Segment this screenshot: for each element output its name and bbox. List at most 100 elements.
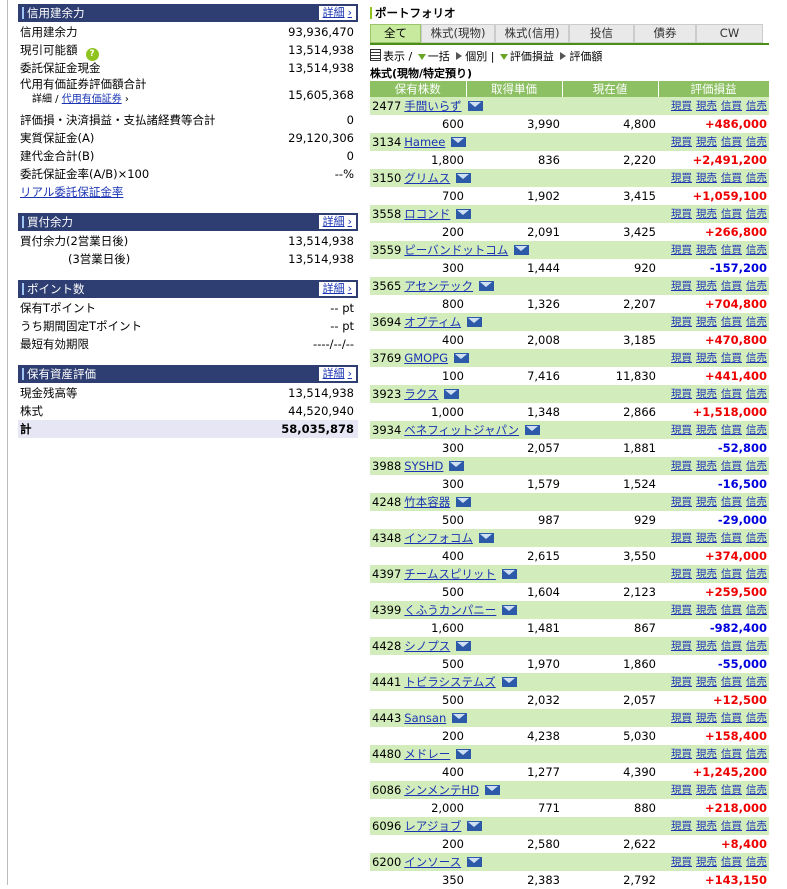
cash-sell-link[interactable]: 現売 [696, 280, 717, 292]
margin-buy-link[interactable]: 信買 [721, 496, 742, 508]
mail-icon[interactable] [456, 749, 472, 759]
margin-sell-link[interactable]: 信売 [746, 568, 767, 580]
cash-sell-link[interactable]: 現売 [696, 820, 717, 832]
cash-buy-link[interactable]: 現買 [671, 100, 692, 112]
cash-buy-link[interactable]: 現買 [671, 820, 692, 832]
cash-buy-link[interactable]: 現買 [671, 712, 692, 724]
margin-buy-link[interactable]: 信買 [721, 424, 742, 436]
margin-sell-link[interactable]: 信売 [746, 352, 767, 364]
cash-buy-link[interactable]: 現買 [671, 280, 692, 292]
cash-sell-link[interactable]: 現売 [696, 748, 717, 760]
margin-sell-link[interactable]: 信売 [746, 712, 767, 724]
cash-sell-link[interactable]: 現売 [696, 100, 717, 112]
cash-buy-link[interactable]: 現買 [671, 640, 692, 652]
margin-buy-link[interactable]: 信買 [721, 568, 742, 580]
mail-icon[interactable] [467, 317, 483, 327]
cash-sell-link[interactable]: 現売 [696, 712, 717, 724]
mail-icon[interactable] [456, 173, 472, 183]
cash-sell-link[interactable]: 現売 [696, 352, 717, 364]
margin-buy-link[interactable]: 信買 [721, 856, 742, 868]
mail-icon[interactable] [467, 857, 483, 867]
cash-buy-link[interactable]: 現買 [671, 208, 692, 220]
margin-buy-link[interactable]: 信買 [721, 316, 742, 328]
margin-sell-link[interactable]: 信売 [746, 856, 767, 868]
cash-sell-link[interactable]: 現売 [696, 856, 717, 868]
collapse-all-toggle[interactable]: 一括 [416, 50, 450, 63]
stock-name-link[interactable]: ラクス [404, 387, 438, 401]
stock-name-link[interactable]: インソース [404, 855, 461, 869]
mail-icon[interactable] [449, 461, 465, 471]
assets-detail-link[interactable]: 詳細 › [318, 367, 356, 381]
margin-sell-link[interactable]: 信売 [746, 172, 767, 184]
margin-sell-link[interactable]: 信売 [746, 388, 767, 400]
margin-sell-link[interactable]: 信売 [746, 280, 767, 292]
cash-buy-link[interactable]: 現買 [671, 856, 692, 868]
cash-sell-link[interactable]: 現売 [696, 784, 717, 796]
tab-bonds[interactable]: 債券 [634, 24, 696, 43]
mail-icon[interactable] [456, 641, 472, 651]
cash-sell-link[interactable]: 現売 [696, 640, 717, 652]
cash-sell-link[interactable]: 現売 [696, 532, 717, 544]
stock-name-link[interactable]: シンメンテHD [404, 783, 479, 797]
mail-icon[interactable] [501, 569, 517, 579]
margin-sell-link[interactable]: 信売 [746, 100, 767, 112]
stock-name-link[interactable]: インフォコム [404, 531, 473, 545]
mail-icon[interactable] [467, 101, 483, 111]
margin-buy-link[interactable]: 信買 [721, 172, 742, 184]
cash-buy-link[interactable]: 現買 [671, 316, 692, 328]
stock-name-link[interactable]: アセンテック [404, 279, 473, 293]
cash-buy-link[interactable]: 現買 [671, 748, 692, 760]
margin-sell-link[interactable]: 信売 [746, 748, 767, 760]
points-detail-link[interactable]: 詳細 › [318, 282, 356, 296]
stock-name-link[interactable]: SYSHD [404, 459, 443, 473]
cash-sell-link[interactable]: 現売 [696, 208, 717, 220]
cash-sell-link[interactable]: 現売 [696, 244, 717, 256]
cash-sell-link[interactable]: 現売 [696, 316, 717, 328]
margin-buy-link[interactable]: 信買 [721, 460, 742, 472]
collateral-securities-link[interactable]: 代用有価証券 [62, 94, 122, 105]
stock-name-link[interactable]: GMOPG [404, 351, 448, 365]
cash-buy-link[interactable]: 現買 [671, 784, 692, 796]
margin-buy-link[interactable]: 信買 [721, 352, 742, 364]
cash-sell-link[interactable]: 現売 [696, 172, 717, 184]
tab-stock-cash[interactable]: 株式(現物) [421, 24, 495, 43]
mail-icon[interactable] [478, 533, 494, 543]
stock-name-link[interactable]: 手間いらず [404, 99, 461, 113]
mail-icon[interactable] [452, 713, 468, 723]
cash-buy-link[interactable]: 現買 [671, 136, 692, 148]
cash-sell-link[interactable]: 現売 [696, 424, 717, 436]
margin-sell-link[interactable]: 信売 [746, 784, 767, 796]
margin-buy-link[interactable]: 信買 [721, 748, 742, 760]
cash-buy-link[interactable]: 現買 [671, 244, 692, 256]
cash-sell-link[interactable]: 現売 [696, 136, 717, 148]
stock-name-link[interactable]: シノプス [404, 639, 450, 653]
stock-name-link[interactable]: くふうカンパニー [404, 603, 496, 617]
margin-buy-link[interactable]: 信買 [721, 712, 742, 724]
stock-name-link[interactable]: オプティム [404, 315, 461, 329]
gain-loss-toggle[interactable]: 評価損益 [498, 50, 554, 63]
mail-icon[interactable] [444, 389, 460, 399]
margin-buy-link[interactable]: 信買 [721, 532, 742, 544]
mail-icon[interactable] [501, 677, 517, 687]
margin-sell-link[interactable]: 信売 [746, 460, 767, 472]
tab-cw[interactable]: CW [696, 24, 763, 43]
margin-buy-link[interactable]: 信買 [721, 784, 742, 796]
tab-funds[interactable]: 投信 [569, 24, 634, 43]
mail-icon[interactable] [479, 281, 495, 291]
cash-buy-link[interactable]: 現買 [671, 352, 692, 364]
margin-buy-link[interactable]: 信買 [721, 820, 742, 832]
margin-buy-link[interactable]: 信買 [721, 100, 742, 112]
cash-buy-link[interactable]: 現買 [671, 496, 692, 508]
margin-sell-link[interactable]: 信売 [746, 208, 767, 220]
tab-stock-margin[interactable]: 株式(信用) [495, 24, 569, 43]
mail-icon[interactable] [456, 209, 472, 219]
margin-sell-link[interactable]: 信売 [746, 136, 767, 148]
margin-buy-link[interactable]: 信買 [721, 388, 742, 400]
individual-toggle[interactable]: 個別 [453, 50, 487, 63]
margin-sell-link[interactable]: 信売 [746, 532, 767, 544]
margin-buy-link[interactable]: 信買 [721, 676, 742, 688]
mail-icon[interactable] [456, 497, 472, 507]
mail-icon[interactable] [514, 245, 530, 255]
cash-buy-link[interactable]: 現買 [671, 604, 692, 616]
cash-sell-link[interactable]: 現売 [696, 676, 717, 688]
